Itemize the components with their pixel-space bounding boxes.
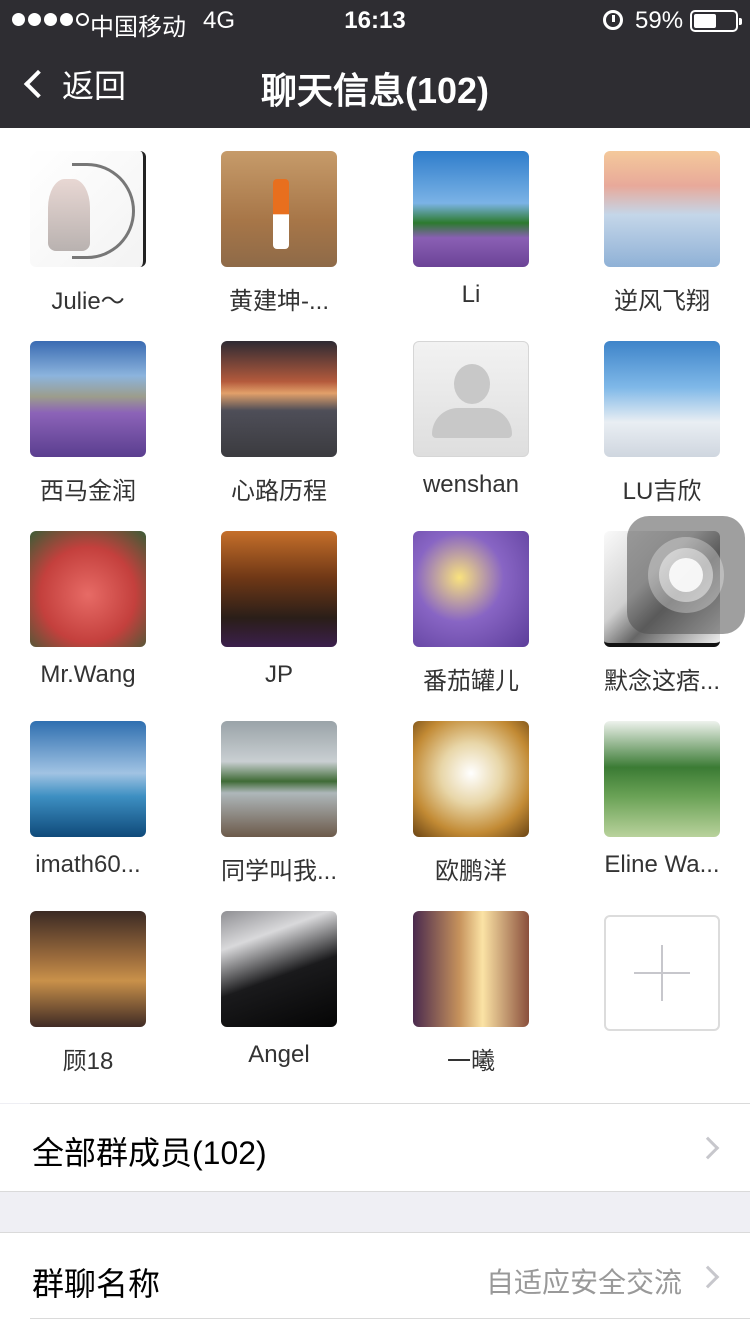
divider: [30, 1318, 750, 1319]
member-item[interactable]: Mr.Wang: [13, 508, 163, 688]
member-item[interactable]: wenshan: [396, 318, 546, 498]
member-name: 欧鹏洋: [435, 858, 507, 885]
assistive-touch-button[interactable]: [627, 516, 745, 634]
member-name: Angel: [248, 1041, 310, 1068]
member-name: Li: [461, 281, 481, 308]
member-name: wenshan: [422, 471, 520, 498]
member-item[interactable]: imath60...: [13, 698, 163, 878]
chevron-right-icon: [696, 1136, 720, 1160]
default-avatar-icon: [413, 341, 529, 457]
avatar: [30, 721, 146, 837]
plus-icon: [634, 945, 690, 1001]
member-item[interactable]: 心路历程: [204, 318, 354, 505]
group-name-value: 自适应安全交流: [485, 1267, 682, 1298]
member-name: 逆风飞翔: [614, 288, 710, 315]
member-item[interactable]: Angel: [204, 888, 354, 1068]
avatar: [413, 531, 529, 647]
avatar: [221, 911, 337, 1027]
group-name-label: 群聊名称: [32, 1266, 161, 1302]
page-title: 聊天信息(102): [260, 70, 490, 111]
member-item[interactable]: Li: [396, 128, 546, 308]
alarm-icon: [603, 10, 623, 30]
member-item[interactable]: 同学叫我...: [204, 698, 354, 885]
top-bar: 中国移动 4G 16:13 59% 返回 聊天信息(102): [0, 0, 750, 128]
status-bar: 中国移动 4G 16:13 59%: [0, 0, 750, 41]
avatar: [30, 341, 146, 457]
member-item[interactable]: 黄建坤-...: [204, 128, 354, 315]
member-name: 番茄罐儿: [423, 668, 519, 695]
member-name: 同学叫我...: [220, 858, 337, 885]
avatar: [221, 151, 337, 267]
divider: [0, 1191, 750, 1192]
avatar: [604, 721, 720, 837]
member-name: 西马金润: [40, 478, 136, 505]
member-item[interactable]: Julie～: [13, 128, 163, 315]
member-item[interactable]: 欧鹏洋: [396, 698, 546, 885]
member-item[interactable]: 逆风飞翔: [587, 128, 737, 315]
member-item[interactable]: 顾18: [13, 888, 163, 1075]
member-name: 一曦: [447, 1048, 495, 1075]
all-members-row[interactable]: 全部群成员(102): [0, 1104, 750, 1191]
navigation-bar: 返回 聊天信息(102): [0, 40, 750, 128]
member-item[interactable]: JP: [204, 508, 354, 688]
avatar: [30, 151, 146, 267]
member-name: 黄建坤-...: [229, 288, 329, 315]
member-item[interactable]: 番茄罐儿: [396, 508, 546, 695]
member-name: 默念这痞...: [603, 668, 720, 695]
battery-icon: [690, 10, 742, 32]
avatar: [413, 721, 529, 837]
member-name: LU吉欣: [622, 478, 702, 505]
avatar: [413, 151, 529, 267]
member-item[interactable]: LU吉欣: [587, 318, 737, 505]
chevron-right-icon: [696, 1265, 720, 1289]
member-name: Mr.Wang: [40, 661, 136, 688]
member-name: JP: [264, 661, 293, 688]
member-name: Julie～: [51, 288, 125, 315]
avatar: [221, 531, 337, 647]
battery-percent: 59%: [635, 7, 684, 34]
member-name: imath60...: [35, 851, 141, 878]
member-item[interactable]: 西马金润: [13, 318, 163, 505]
avatar: [604, 341, 720, 457]
avatar: [413, 911, 529, 1027]
member-name: Eline Wa...: [604, 851, 720, 878]
avatar: [221, 341, 337, 457]
all-members-label: 全部群成员(102): [32, 1135, 267, 1171]
avatar: [30, 531, 146, 647]
member-name: 心路历程: [231, 478, 327, 505]
member-name: 顾18: [62, 1048, 114, 1075]
member-item[interactable]: 一曦: [396, 888, 546, 1075]
avatar: [604, 151, 720, 267]
avatar: [221, 721, 337, 837]
member-item[interactable]: Eline Wa...: [587, 698, 737, 878]
add-member-button[interactable]: [604, 915, 720, 1031]
avatar: [30, 911, 146, 1027]
